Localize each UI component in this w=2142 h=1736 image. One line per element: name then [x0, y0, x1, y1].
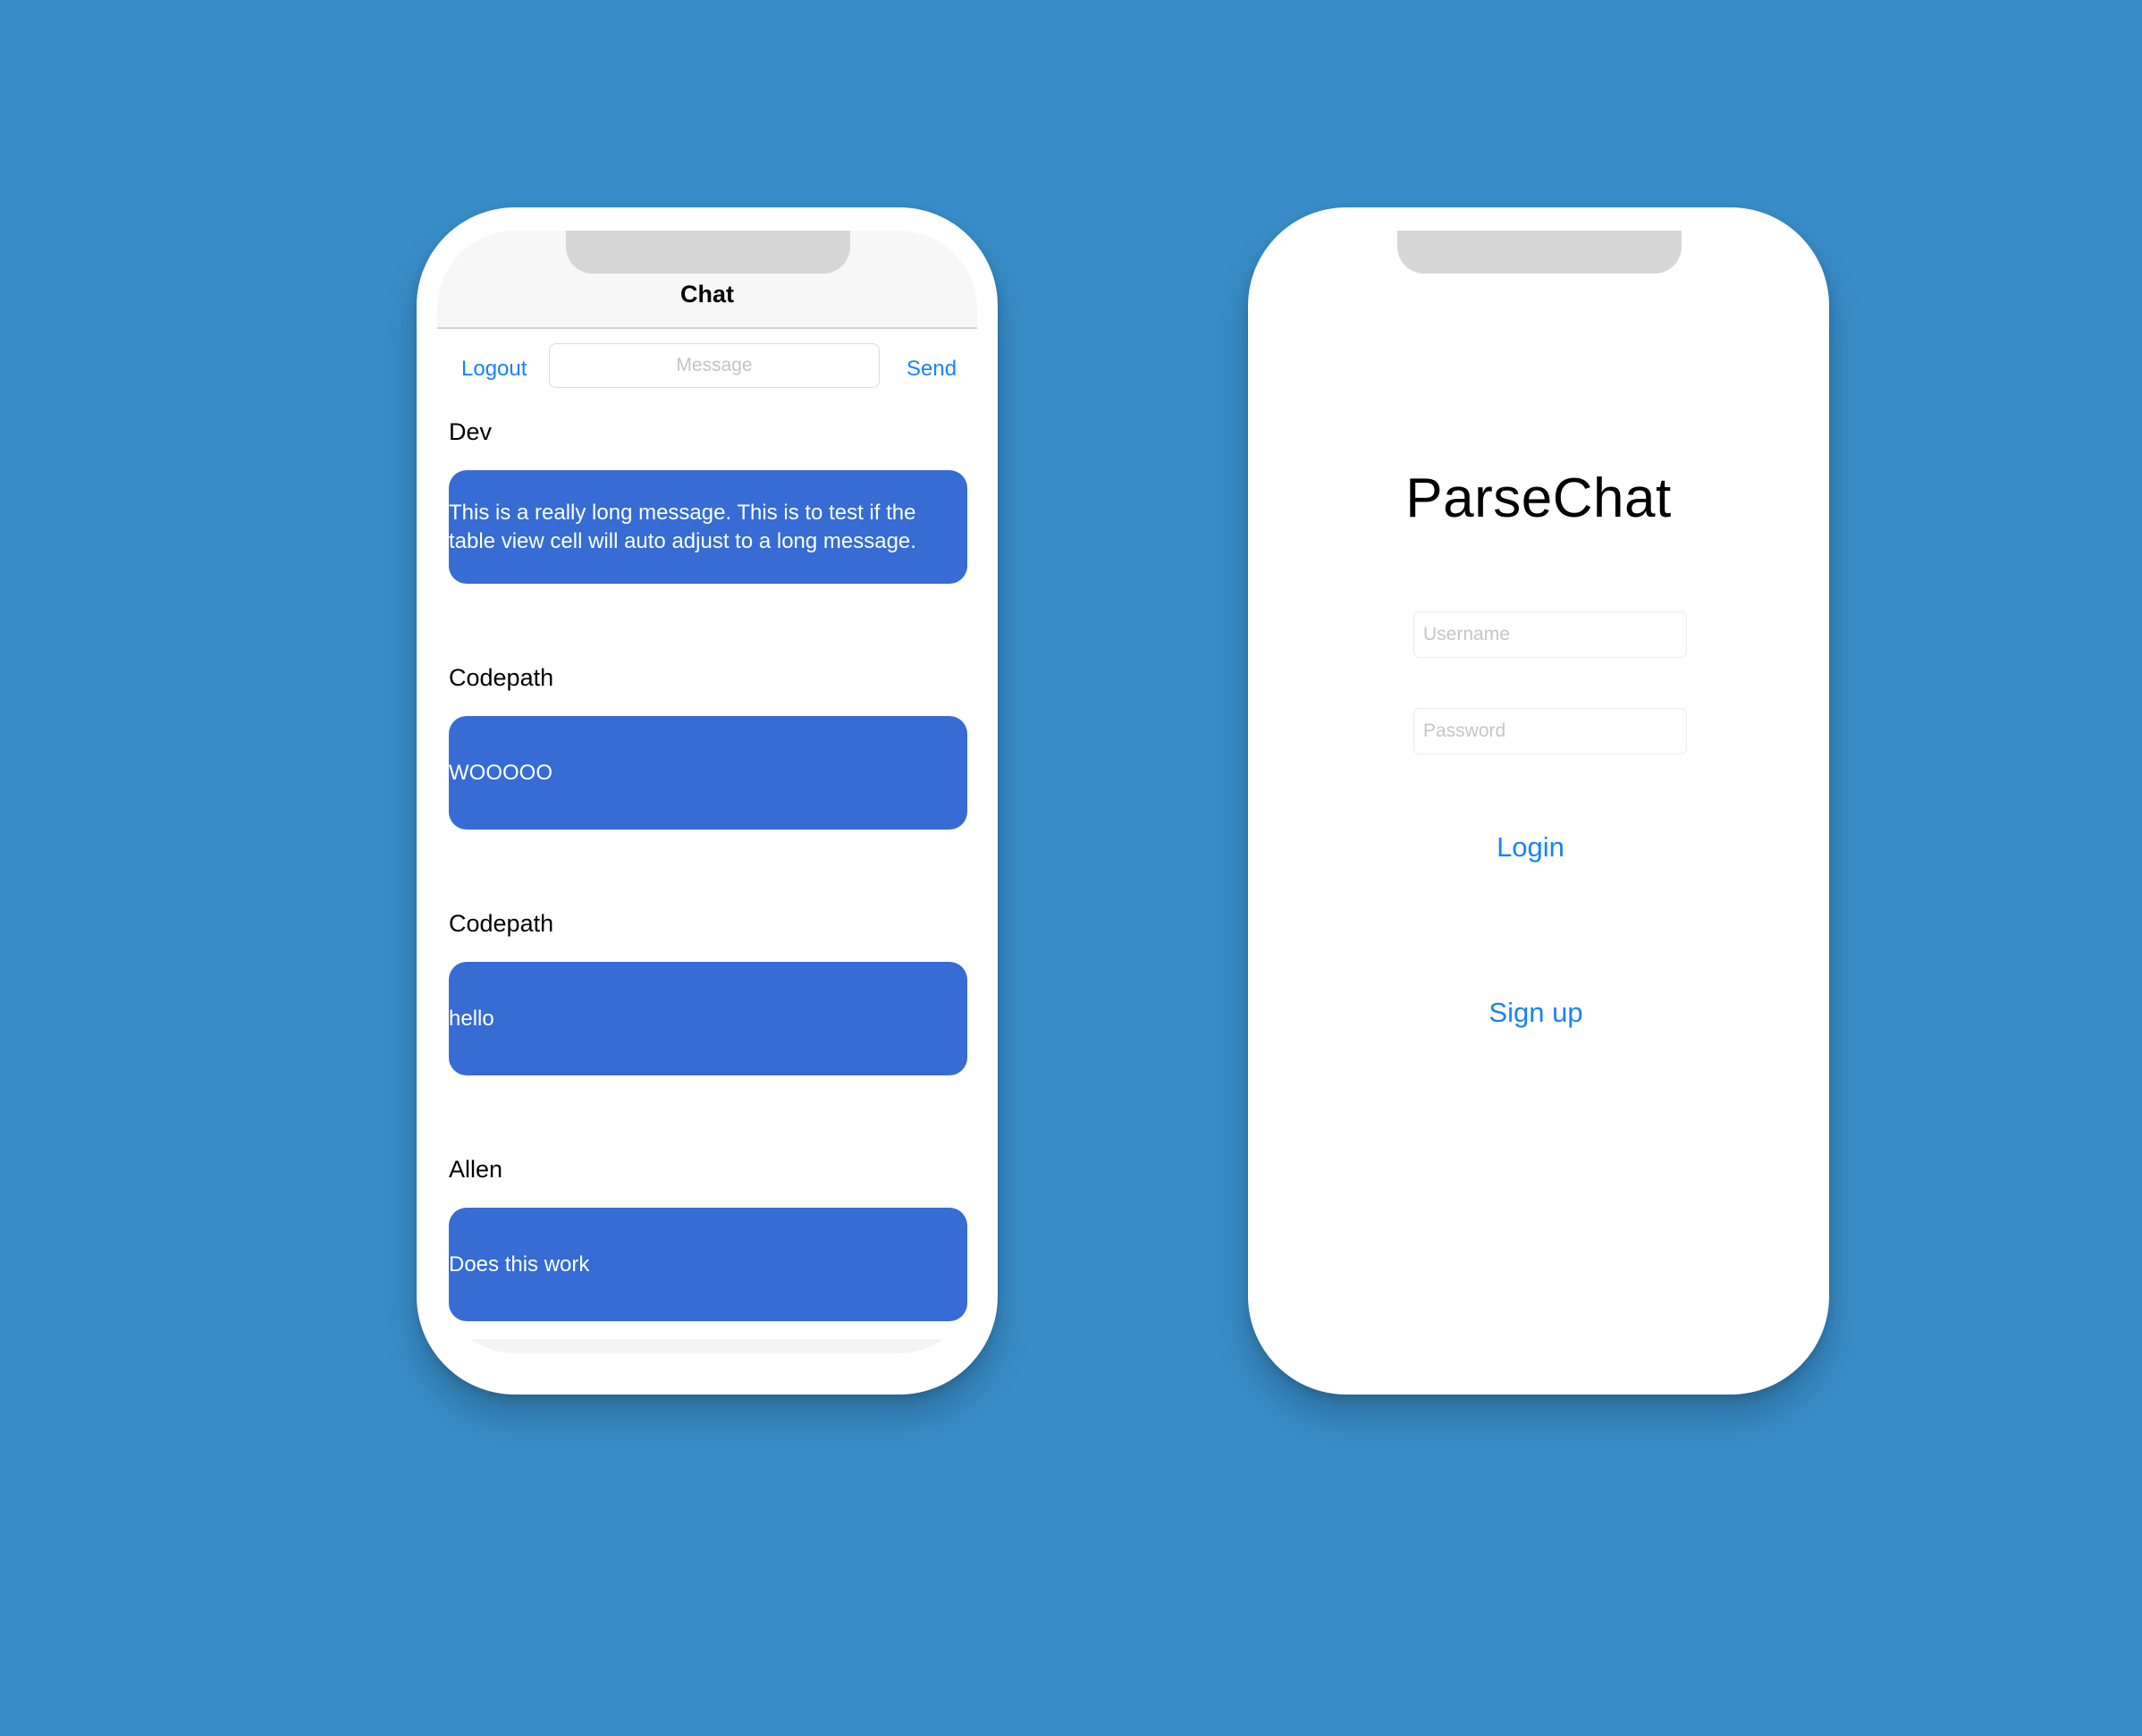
message-text: WOOOOO [449, 760, 552, 785]
message-username: Codepath [449, 910, 554, 937]
message-table[interactable]: Dev This is a really long message. This … [437, 409, 977, 1353]
message-input[interactable] [549, 343, 880, 388]
chat-screen: Chat Logout Send Dev This is a really lo… [437, 231, 977, 1353]
message-bubble: This is a really long message. This is t… [449, 470, 967, 584]
message-text: This is a really long message. This is t… [449, 500, 916, 553]
message-text: Does this work [449, 1251, 590, 1277]
username-field[interactable] [1413, 611, 1687, 658]
message-username: Dev [449, 418, 493, 445]
login-button[interactable]: Login [1269, 831, 1800, 864]
message-cell: Codepath WOOOOO [437, 655, 977, 901]
login-screen: ParseChat Login Sign up [1269, 231, 1809, 1353]
message-text: hello [449, 1006, 494, 1031]
app-title: ParseChat [1405, 468, 1672, 529]
sign-up-button[interactable]: Sign up [1269, 997, 1806, 1029]
message-cell: Codepath hello [437, 901, 977, 1147]
message-username: Codepath [449, 664, 554, 691]
chat-phone-frame: Chat Logout Send Dev This is a really lo… [417, 207, 998, 1395]
message-bubble: WOOOOO [449, 716, 967, 830]
compose-toolbar: Logout Send [437, 329, 977, 392]
message-bubble: Does this work [449, 1208, 967, 1321]
message-username: Allen [449, 1156, 503, 1183]
message-cell: Allen Does this work [437, 1147, 977, 1353]
message-cell: Dev This is a really long message. This … [437, 409, 977, 655]
message-bubble: hello [449, 962, 967, 1075]
nav-title: Chat [680, 281, 734, 308]
phone-notch [566, 231, 850, 274]
phone-notch [1397, 231, 1682, 274]
login-phone-frame: ParseChat Login Sign up [1248, 207, 1829, 1395]
bottom-toolbar-strip [437, 1339, 977, 1353]
logout-button[interactable]: Logout [461, 357, 527, 382]
password-field[interactable] [1413, 708, 1687, 754]
send-button[interactable]: Send [907, 357, 957, 382]
